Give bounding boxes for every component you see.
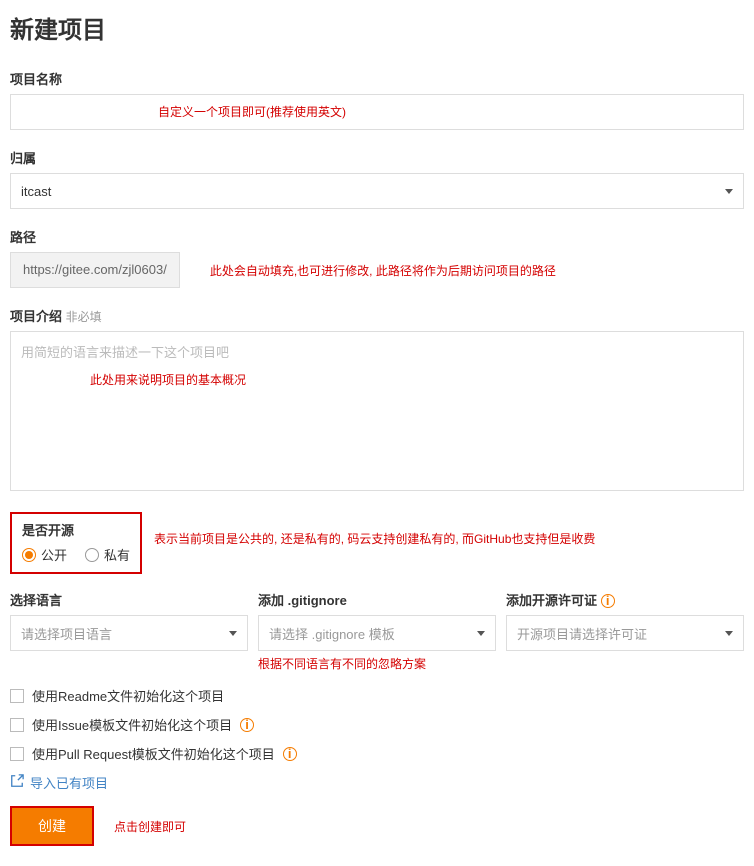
desc-label-text: 项目介绍 bbox=[10, 309, 62, 324]
license-select[interactable]: 开源项目请选择许可证 bbox=[506, 615, 744, 651]
issue-checkbox[interactable]: 使用Issue模板文件初始化这个项目 i bbox=[10, 715, 744, 734]
gitignore-label: 添加 .gitignore bbox=[258, 590, 496, 609]
pr-checkbox-label: 使用Pull Request模板文件初始化这个项目 bbox=[32, 744, 275, 763]
visibility-private-label: 私有 bbox=[104, 545, 130, 564]
gitignore-select[interactable]: 请选择 .gitignore 模板 bbox=[258, 615, 496, 651]
import-link[interactable]: 导入已有项目 bbox=[10, 773, 744, 792]
chevron-down-icon bbox=[229, 631, 237, 636]
lang-select[interactable]: 请选择项目语言 bbox=[10, 615, 248, 651]
gitignore-placeholder: 请选择 .gitignore 模板 bbox=[269, 624, 395, 643]
issue-checkbox-label: 使用Issue模板文件初始化这个项目 bbox=[32, 715, 232, 734]
visibility-private-radio[interactable]: 私有 bbox=[85, 545, 130, 564]
license-placeholder: 开源项目请选择许可证 bbox=[517, 624, 647, 643]
desc-optional: 非必填 bbox=[66, 310, 102, 324]
license-label-text: 添加开源许可证 bbox=[506, 593, 597, 608]
info-icon: i bbox=[283, 747, 297, 761]
checkbox-icon bbox=[10, 747, 24, 761]
visibility-group: 是否开源 公开 私有 bbox=[10, 512, 142, 574]
desc-label: 项目介绍 非必填 bbox=[10, 306, 744, 325]
create-button[interactable]: 创建 bbox=[10, 806, 94, 846]
desc-annotation: 此处用来说明项目的基本概况 bbox=[90, 371, 246, 388]
readme-checkbox-label: 使用Readme文件初始化这个项目 bbox=[32, 686, 224, 705]
readme-checkbox[interactable]: 使用Readme文件初始化这个项目 bbox=[10, 686, 744, 705]
radio-unchecked-icon bbox=[85, 548, 99, 562]
lang-label: 选择语言 bbox=[10, 590, 248, 609]
path-label: 路径 bbox=[10, 227, 744, 246]
pr-checkbox[interactable]: 使用Pull Request模板文件初始化这个项目 i bbox=[10, 744, 744, 763]
lang-placeholder: 请选择项目语言 bbox=[21, 624, 112, 643]
radio-checked-icon bbox=[22, 548, 36, 562]
path-prefix: https://gitee.com/zjl0603/ bbox=[10, 252, 180, 288]
gitignore-annotation: 根据不同语言有不同的忽略方案 bbox=[258, 655, 496, 672]
chevron-down-icon bbox=[725, 189, 733, 194]
create-annotation: 点击创建即可 bbox=[114, 818, 186, 835]
owner-select[interactable]: itcast bbox=[10, 173, 744, 209]
page-title: 新建项目 bbox=[10, 10, 744, 45]
visibility-public-label: 公开 bbox=[41, 545, 67, 564]
import-icon bbox=[10, 774, 24, 791]
visibility-public-radio[interactable]: 公开 bbox=[22, 545, 67, 564]
owner-value: itcast bbox=[21, 184, 51, 199]
checkbox-icon bbox=[10, 689, 24, 703]
checkbox-icon bbox=[10, 718, 24, 732]
path-annotation: 此处会自动填充,也可进行修改, 此路径将作为后期访问项目的路径 bbox=[210, 262, 556, 279]
desc-textarea[interactable] bbox=[10, 331, 744, 491]
info-icon: i bbox=[240, 718, 254, 732]
license-label: 添加开源许可证 i bbox=[506, 590, 744, 609]
owner-label: 归属 bbox=[10, 148, 744, 167]
import-label: 导入已有项目 bbox=[30, 773, 108, 792]
info-icon: i bbox=[601, 594, 615, 608]
chevron-down-icon bbox=[477, 631, 485, 636]
name-label: 项目名称 bbox=[10, 69, 744, 88]
chevron-down-icon bbox=[725, 631, 733, 636]
name-annotation: 自定义一个项目即可(推荐使用英文) bbox=[158, 103, 346, 120]
project-name-input[interactable] bbox=[10, 94, 744, 130]
visibility-annotation: 表示当前项目是公共的, 还是私有的, 码云支持创建私有的, 而GitHub也支持… bbox=[154, 530, 595, 547]
visibility-label: 是否开源 bbox=[22, 520, 130, 539]
